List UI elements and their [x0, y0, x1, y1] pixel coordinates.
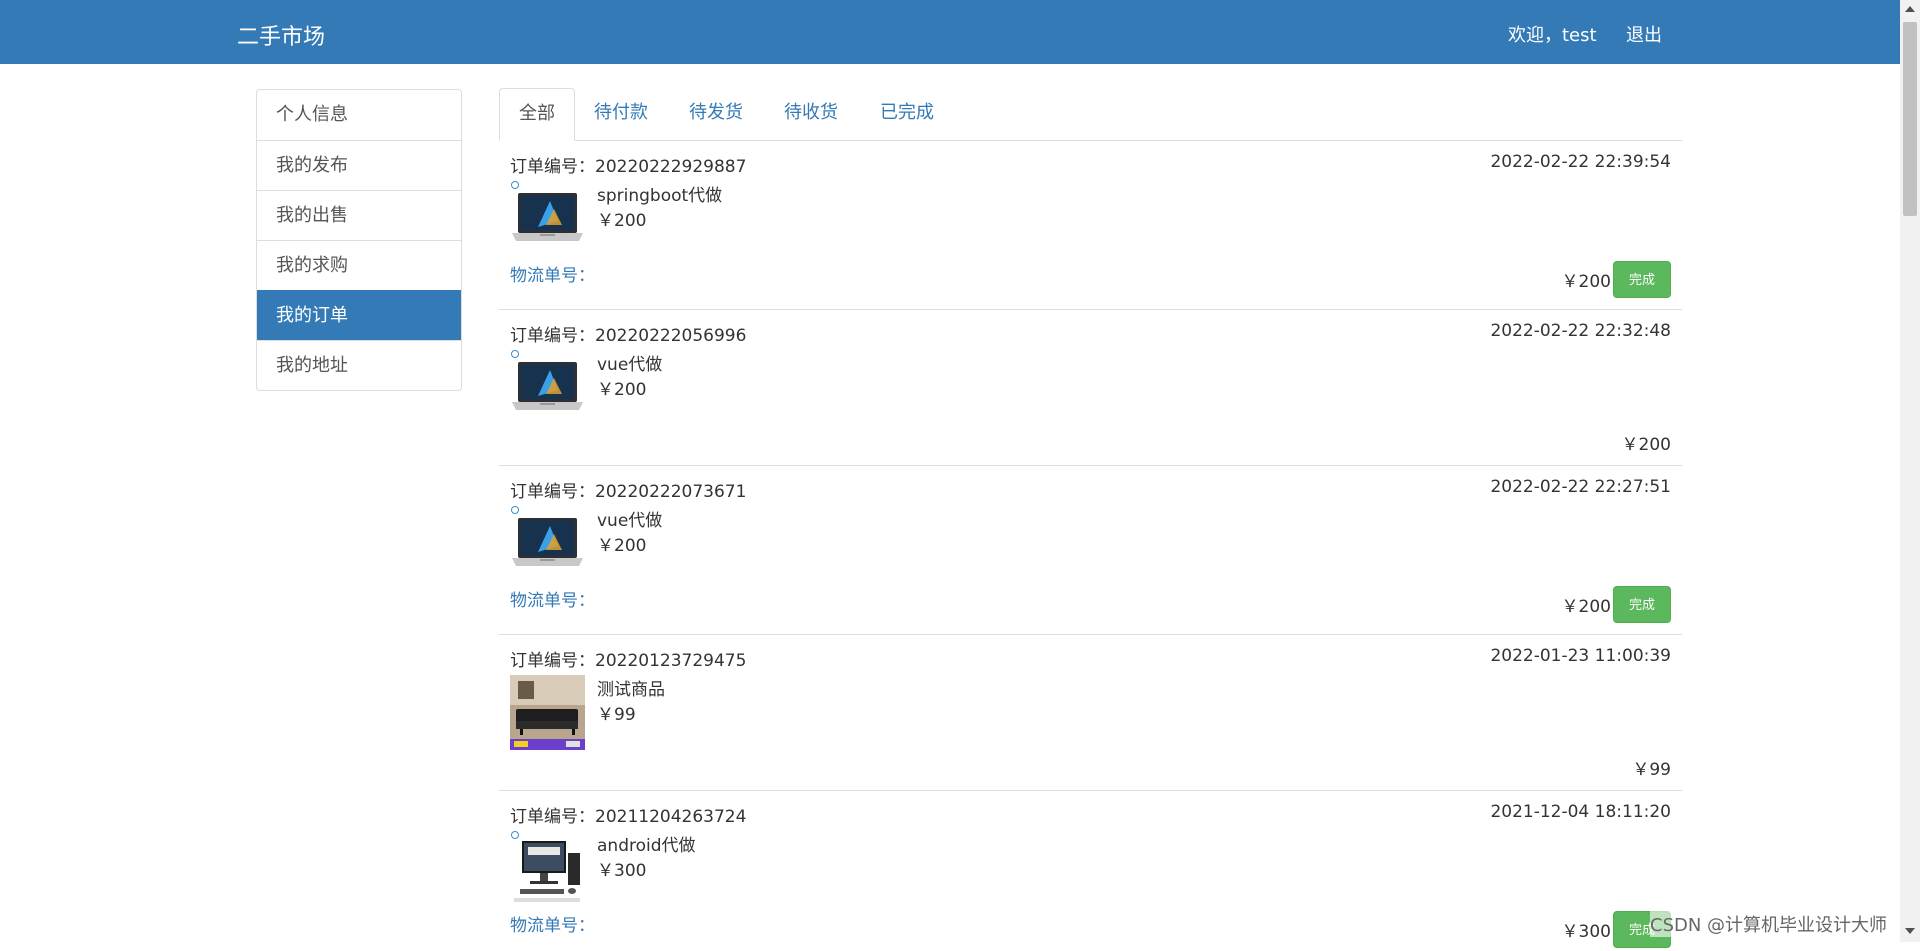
tab-pending-payment[interactable]: 待付款: [575, 88, 667, 140]
complete-button[interactable]: 完成: [1613, 261, 1671, 298]
logistics-number-label: 物流单号：: [510, 591, 595, 611]
order-number: 订单编号：20220222056996: [510, 326, 747, 346]
order-time: 2022-01-23 11:00:39: [1490, 646, 1671, 666]
order-list: 订单编号：20220222929887 2022-02-22 22:39:54 …: [499, 141, 1682, 951]
tab-pending-shipment[interactable]: 待发货: [670, 88, 762, 140]
scrollbar-thumb[interactable]: [1903, 22, 1917, 216]
order-time: 2022-02-22 22:27:51: [1490, 477, 1671, 497]
top-navbar: 二手市场 欢迎，test 退出: [0, 0, 1900, 64]
order-item: 订单编号：20220222056996 2022-02-22 22:32:48 …: [499, 310, 1682, 466]
product-title[interactable]: android代做: [597, 831, 696, 856]
product-price: ￥200: [597, 536, 647, 556]
desktop-computer-thumbnail[interactable]: [510, 831, 585, 906]
product-price: ￥300: [597, 861, 647, 881]
order-number: 订单编号：20211204263724: [510, 807, 747, 827]
sofa-thumbnail[interactable]: [510, 675, 585, 750]
vertical-scrollbar[interactable]: [1900, 0, 1920, 942]
logistics-number-label: 物流单号：: [510, 916, 595, 936]
order-number: 订单编号：20220222073671: [510, 482, 747, 502]
product-title[interactable]: 测试商品: [597, 675, 665, 700]
scroll-down-arrow-icon[interactable]: [1905, 928, 1915, 934]
product-price: ￥200: [597, 211, 647, 231]
laptop-thumbnail[interactable]: [510, 506, 585, 581]
order-number: 订单编号：20220123729475: [510, 651, 747, 671]
product-price: ￥99: [597, 705, 636, 725]
sidebar-item-my-address[interactable]: 我的地址: [257, 340, 461, 390]
tab-all[interactable]: 全部: [499, 88, 575, 141]
order-item: 订单编号：20220222073671 2022-02-22 22:27:51 …: [499, 466, 1682, 635]
order-time: 2022-02-22 22:32:48: [1490, 321, 1671, 341]
product-title[interactable]: springboot代做: [597, 181, 722, 206]
sidebar-item-profile[interactable]: 个人信息: [257, 90, 461, 140]
csdn-watermark: CSDN @计算机毕业设计大师: [1650, 911, 1888, 937]
sidebar-item-my-orders[interactable]: 我的订单: [257, 290, 461, 340]
order-time: 2021-12-04 18:11:20: [1490, 802, 1671, 822]
tab-completed[interactable]: 已完成: [861, 88, 953, 140]
sidebar-item-my-posts[interactable]: 我的发布: [257, 140, 461, 190]
logistics-number-label: 物流单号：: [510, 266, 595, 286]
order-item: 订单编号：20211204263724 2021-12-04 18:11:20 …: [499, 791, 1682, 951]
welcome-user[interactable]: 欢迎，test: [1508, 21, 1597, 47]
brand-title[interactable]: 二手市场: [237, 19, 325, 51]
sidebar-item-my-wanted[interactable]: 我的求购: [257, 240, 461, 290]
order-total: ￥99: [1632, 760, 1671, 780]
tab-pending-receipt[interactable]: 待收货: [765, 88, 857, 140]
order-tabs: 全部 待付款 待发货 待收货 已完成: [499, 88, 1682, 141]
order-time: 2022-02-22 22:39:54: [1490, 152, 1671, 172]
order-number: 订单编号：20220222929887: [510, 157, 747, 177]
order-total: ￥200: [1561, 272, 1611, 292]
order-item: 订单编号：20220123729475 2022-01-23 11:00:39 …: [499, 635, 1682, 791]
order-total: ￥200: [1621, 435, 1671, 455]
logout-link[interactable]: 退出: [1626, 21, 1662, 47]
laptop-thumbnail[interactable]: [510, 181, 585, 256]
scroll-up-arrow-icon[interactable]: [1905, 6, 1915, 12]
order-total: ￥200: [1561, 597, 1611, 617]
product-title[interactable]: vue代做: [597, 350, 662, 375]
sidebar-item-my-sales[interactable]: 我的出售: [257, 190, 461, 240]
product-price: ￥200: [597, 380, 647, 400]
complete-button[interactable]: 完成: [1613, 586, 1671, 623]
order-total: ￥300: [1561, 922, 1611, 942]
product-title[interactable]: vue代做: [597, 506, 662, 531]
order-item: 订单编号：20220222929887 2022-02-22 22:39:54 …: [499, 141, 1682, 310]
sidebar-menu: 个人信息 我的发布 我的出售 我的求购 我的订单 我的地址: [256, 89, 462, 391]
laptop-thumbnail[interactable]: [510, 350, 585, 425]
